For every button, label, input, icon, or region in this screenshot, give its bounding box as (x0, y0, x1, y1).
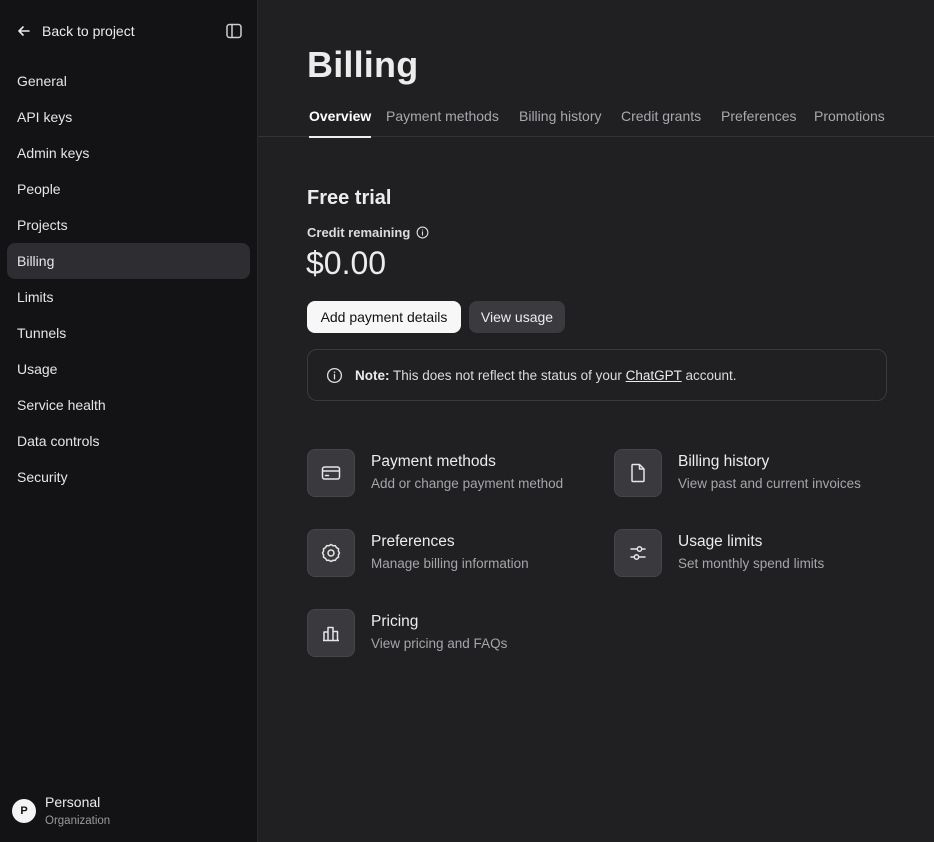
credit-amount: $0.00 (306, 245, 387, 281)
tab-overview[interactable]: Overview (309, 108, 372, 138)
organization-name: Personal (45, 794, 101, 810)
tab-promotions[interactable]: Promotions (814, 108, 885, 137)
organization-switcher[interactable]: P Personal Organization (12, 793, 110, 829)
back-to-project-link[interactable]: Back to project (16, 23, 135, 39)
tab-payment-methods[interactable]: Payment methods (386, 108, 499, 137)
chatgpt-note-banner: Note: This does not reflect the status o… (307, 349, 887, 401)
sidebar-item-limits[interactable]: Limits (7, 279, 250, 315)
preferences-card-title: Preferences (371, 533, 455, 550)
sidebar: Back to project General API keys Admin k… (0, 0, 258, 842)
page-title: Billing (307, 44, 419, 85)
pricing-card-subtitle: View pricing and FAQs (371, 636, 508, 651)
billing-tabs: Overview Payment methods Billing history… (258, 108, 934, 138)
payment-methods-card-title: Payment methods (371, 453, 496, 470)
billing-history-card-text: Billing history View past and current in… (678, 449, 861, 493)
info-circle-icon (326, 367, 343, 384)
section-title: Free trial (307, 187, 392, 209)
sidebar-item-usage[interactable]: Usage (7, 351, 250, 387)
payment-methods-card-text: Payment methods Add or change payment me… (371, 449, 563, 493)
tab-billing-history[interactable]: Billing history (519, 108, 601, 137)
sidebar-item-api-keys[interactable]: API keys (7, 99, 250, 135)
sidebar-item-projects[interactable]: Projects (7, 207, 250, 243)
credit-card-icon (307, 449, 355, 497)
bar-chart-icon (307, 609, 355, 657)
pricing-card-title: Pricing (371, 613, 419, 630)
sidebar-item-data-controls[interactable]: Data controls (7, 423, 250, 459)
sidebar-nav: General API keys Admin keys People Proje… (7, 63, 250, 495)
sidebar-toggle-icon[interactable] (225, 22, 243, 40)
sidebar-header: Back to project (16, 18, 243, 44)
payment-methods-card-subtitle: Add or change payment method (371, 476, 564, 491)
preferences-card-text: Preferences Manage billing information (371, 529, 529, 573)
sidebar-item-tunnels[interactable]: Tunnels (7, 315, 250, 351)
add-payment-details-button[interactable]: Add payment details (307, 301, 461, 333)
sidebar-item-general[interactable]: General (7, 63, 250, 99)
sidebar-item-billing[interactable]: Billing (7, 243, 250, 279)
tab-credit-grants[interactable]: Credit grants (621, 108, 701, 137)
pricing-card[interactable]: Pricing View pricing and FAQs (307, 609, 507, 657)
back-to-project-label: Back to project (42, 23, 135, 39)
organization-type: Organization (45, 815, 111, 827)
note-text-before: This does not reflect the status of your (393, 367, 622, 383)
usage-limits-card-text: Usage limits Set monthly spend limits (678, 529, 824, 573)
info-icon[interactable] (416, 226, 429, 239)
sidebar-item-security[interactable]: Security (7, 459, 250, 495)
billing-history-card-subtitle: View past and current invoices (678, 476, 861, 491)
note-text: Note: This does not reflect the status o… (355, 368, 737, 383)
payment-methods-card[interactable]: Payment methods Add or change payment me… (307, 449, 563, 497)
sidebar-item-service-health[interactable]: Service health (7, 387, 250, 423)
billing-history-card[interactable]: Billing history View past and current in… (614, 449, 861, 497)
document-icon (614, 449, 662, 497)
view-usage-button[interactable]: View usage (469, 301, 565, 333)
preferences-card[interactable]: Preferences Manage billing information (307, 529, 529, 577)
billing-history-card-title: Billing history (678, 453, 770, 470)
usage-limits-card[interactable]: Usage limits Set monthly spend limits (614, 529, 824, 577)
sliders-icon (614, 529, 662, 577)
usage-limits-card-subtitle: Set monthly spend limits (678, 556, 825, 571)
gear-icon (307, 529, 355, 577)
credit-remaining-label: Credit remaining (307, 225, 429, 240)
app-window: Back to project General API keys Admin k… (0, 0, 934, 842)
note-bold-label: Note: (355, 367, 390, 383)
credit-remaining-text: Credit remaining (307, 225, 411, 240)
note-text-after: account. (685, 367, 737, 383)
avatar: P (12, 799, 36, 823)
sidebar-item-people[interactable]: People (7, 171, 250, 207)
usage-limits-card-title: Usage limits (678, 533, 763, 550)
chatgpt-link[interactable]: ChatGPT (626, 368, 682, 383)
organization-info: Personal Organization (45, 793, 110, 829)
sidebar-item-admin-keys[interactable]: Admin keys (7, 135, 250, 171)
tab-preferences[interactable]: Preferences (721, 108, 796, 137)
main-content: Billing Overview Payment methods Billing… (258, 0, 934, 842)
preferences-card-subtitle: Manage billing information (371, 556, 529, 571)
pricing-card-text: Pricing View pricing and FAQs (371, 609, 507, 653)
arrow-left-icon (16, 23, 32, 39)
